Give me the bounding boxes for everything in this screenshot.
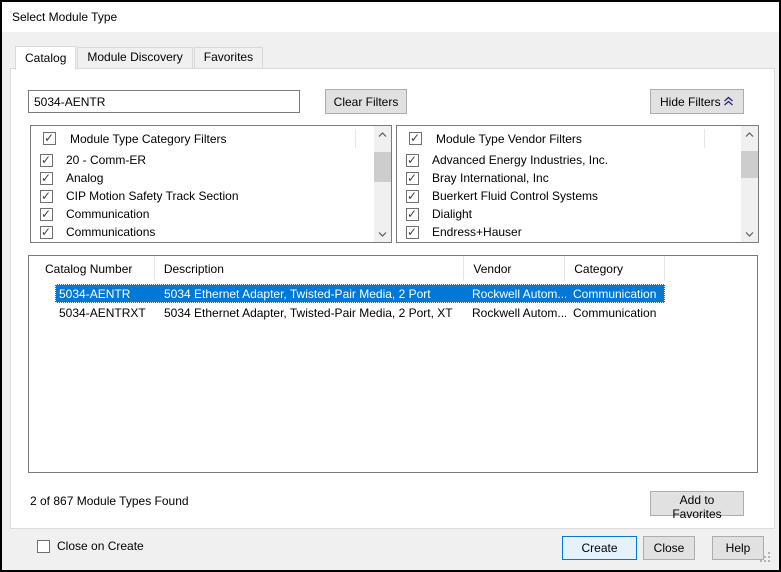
filter-item-label: Dialight [432, 207, 472, 221]
select-all-categories-checkbox[interactable] [43, 132, 56, 145]
add-to-favorites-button[interactable]: Add to Favorites [650, 491, 744, 516]
results-table-body: 5034-AENTR5034 Ethernet Adapter, Twisted… [29, 284, 757, 322]
results-table-header: Catalog NumberDescriptionVendorCategory [29, 256, 757, 281]
column-header-description[interactable]: Description [155, 256, 465, 281]
filter-item-label: Analog [66, 171, 103, 185]
table-cell: 5034 Ethernet Adapter, Twisted-Pair Medi… [155, 306, 465, 320]
filter-item[interactable]: Analog [31, 169, 373, 187]
filter-item-label: Bray International, Inc [432, 171, 549, 185]
vendor-filter-header-label: Module Type Vendor Filters [436, 132, 582, 146]
tab-catalog[interactable]: Catalog [15, 46, 76, 70]
scroll-up-button[interactable] [741, 126, 758, 143]
table-row[interactable]: 5034-AENTRXT5034 Ethernet Adapter, Twist… [55, 303, 665, 322]
category-filter-list: Module Type Category Filters 20 - Comm-E… [30, 125, 392, 243]
category-filter-header-label: Module Type Category Filters [70, 132, 227, 146]
table-cell: Communication [566, 287, 665, 301]
scrollbar-thumb[interactable] [741, 151, 758, 178]
vendor-filter-items: Advanced Energy Industries, Inc. Bray Int… [397, 151, 740, 242]
filter-item[interactable]: Communication [31, 205, 373, 223]
hide-filters-button[interactable]: Hide Filters [650, 89, 744, 114]
filter-item[interactable]: Endress+Hauser [397, 223, 740, 241]
search-input[interactable] [28, 90, 300, 113]
filter-item-checkbox[interactable] [406, 154, 419, 167]
filter-item-label: Communications [66, 225, 155, 239]
table-cell: 5034-AENTR [55, 287, 155, 301]
close-on-create-checkbox[interactable] [37, 540, 50, 553]
category-filter-items: 20 - Comm-ER Analog CIP Motion Safety Trac… [31, 151, 373, 242]
category-filter-header: Module Type Category Filters [31, 126, 391, 151]
clear-filters-button[interactable]: Clear Filters [325, 89, 407, 114]
select-module-type-dialog: Select Module Type Catalog Module Discov… [0, 0, 781, 572]
tab-favorites[interactable]: Favorites [194, 47, 263, 68]
filter-item-checkbox[interactable] [406, 190, 419, 203]
filter-item-checkbox[interactable] [40, 154, 53, 167]
filter-item-label: CIP Motion Safety Track Section [66, 189, 239, 203]
chevron-up-icon [378, 132, 387, 138]
resize-grip[interactable] [760, 552, 771, 563]
filter-item[interactable]: Bray International, Inc [397, 169, 740, 187]
results-table: Catalog NumberDescriptionVendorCategory … [28, 255, 758, 473]
vendor-filter-list: Module Type Vendor Filters Advanced Ener… [396, 125, 759, 243]
select-all-vendors-checkbox[interactable] [409, 132, 422, 145]
scroll-down-button[interactable] [741, 225, 758, 242]
catalog-tab-page: Clear Filters Hide Filters Module Type C… [10, 68, 775, 529]
help-button[interactable]: Help [712, 536, 764, 560]
chevron-down-icon [378, 231, 387, 237]
hide-filters-label: Hide Filters [660, 95, 721, 109]
chevron-down-icon [745, 231, 754, 237]
filter-item[interactable]: CIP Motion Safety Track Section [31, 187, 373, 205]
filter-item-checkbox[interactable] [40, 208, 53, 221]
tab-bar: Catalog Module Discovery Favorites [15, 46, 264, 69]
column-header-vendor[interactable]: Vendor [464, 256, 565, 281]
filter-item-checkbox[interactable] [406, 172, 419, 185]
filter-item-checkbox[interactable] [40, 226, 53, 239]
filter-item-label: Advanced Energy Industries, Inc. [432, 153, 608, 167]
filter-item[interactable]: Dialight [397, 205, 740, 223]
scroll-up-button[interactable] [374, 126, 391, 143]
close-button[interactable]: Close [643, 536, 695, 560]
vendor-scrollbar[interactable] [741, 126, 758, 242]
chevron-up-icon [745, 132, 754, 138]
filter-item[interactable]: Buerkert Fluid Control Systems [397, 187, 740, 205]
status-text: 2 of 867 Module Types Found [30, 494, 189, 508]
table-cell: 5034-AENTRXT [55, 306, 155, 320]
vendor-filter-header: Module Type Vendor Filters [397, 126, 758, 151]
column-header-category[interactable]: Category [565, 256, 665, 281]
scroll-down-button[interactable] [374, 225, 391, 242]
filter-item-checkbox[interactable] [40, 172, 53, 185]
title-bar: Select Module Type [2, 2, 779, 32]
create-button[interactable]: Create [562, 536, 637, 560]
filter-item-label: Buerkert Fluid Control Systems [432, 189, 598, 203]
dialog-title: Select Module Type [12, 10, 117, 24]
filter-item-label: Endress+Hauser [432, 225, 522, 239]
filter-item[interactable]: Advanced Energy Industries, Inc. [397, 151, 740, 169]
double-chevron-up-icon [723, 96, 734, 107]
filter-item-checkbox[interactable] [40, 190, 53, 203]
table-cell: 5034 Ethernet Adapter, Twisted-Pair Medi… [155, 287, 465, 301]
column-header-catalog-number[interactable]: Catalog Number [29, 256, 155, 281]
tab-module-discovery[interactable]: Module Discovery [77, 47, 192, 68]
filter-item-checkbox[interactable] [406, 226, 419, 239]
category-scrollbar[interactable] [374, 126, 391, 242]
header-separator [704, 129, 705, 148]
column-header-filler [665, 256, 757, 281]
filter-item-label: Communication [66, 207, 149, 221]
filter-item[interactable]: 20 - Comm-ER [31, 151, 373, 169]
close-on-create-label: Close on Create [57, 539, 144, 553]
close-on-create-option[interactable]: Close on Create [37, 539, 144, 553]
scrollbar-thumb[interactable] [374, 152, 391, 182]
filter-item-checkbox[interactable] [406, 208, 419, 221]
table-cell: Communication [566, 306, 665, 320]
table-cell: Rockwell Autom... [465, 306, 566, 320]
table-cell: Rockwell Autom... [465, 287, 566, 301]
table-row[interactable]: 5034-AENTR5034 Ethernet Adapter, Twisted… [55, 284, 665, 303]
filter-item-label: 20 - Comm-ER [66, 153, 146, 167]
header-separator [355, 129, 356, 148]
filter-item[interactable]: Communications [31, 223, 373, 241]
